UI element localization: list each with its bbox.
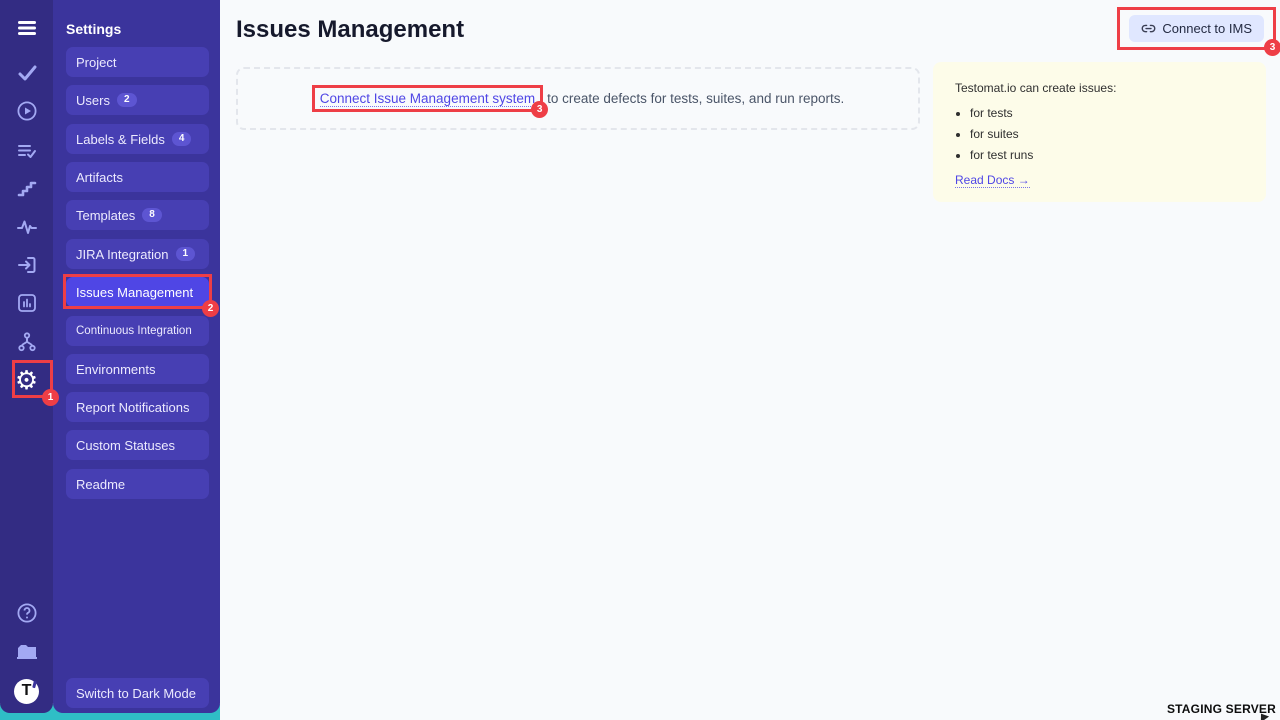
sidebar-item-label: Labels & Fields: [76, 132, 165, 147]
sidebar-item-jira-integration[interactable]: JIRA Integration 1: [66, 239, 209, 269]
switch-dark-mode-button[interactable]: Switch to Dark Mode: [66, 678, 209, 708]
list-item: for suites: [970, 127, 1244, 141]
testomatio-logo[interactable]: T: [0, 678, 53, 704]
connect-issue-management-link[interactable]: Connect Issue Management system: [320, 91, 535, 107]
read-docs-link[interactable]: Read Docs →: [955, 173, 1030, 188]
page-title: Issues Management: [236, 16, 464, 44]
sidebar-item-project[interactable]: Project: [66, 47, 209, 77]
help-icon[interactable]: [0, 601, 53, 625]
settings-sidebar: Settings Project Users 2 Labels & Fields 4…: [53, 0, 220, 713]
dark-mode-label: Switch to Dark Mode: [76, 686, 196, 701]
list-item: for test runs: [970, 148, 1244, 162]
sidebar-title: Settings: [66, 21, 121, 37]
info-panel-list: for tests for suites for test runs: [970, 106, 1244, 162]
steps-icon[interactable]: [0, 177, 53, 201]
annotation-step-badge: 1: [42, 389, 59, 406]
link-icon: [1141, 21, 1156, 36]
sidebar-item-label: Continuous Integration: [76, 325, 192, 337]
annotation-step-badge: 3: [531, 101, 548, 118]
empty-state-text: to create defects for tests, suites, and…: [547, 91, 844, 106]
sidebar-item-users[interactable]: Users 2: [66, 85, 209, 115]
sidebar-item-templates[interactable]: Templates 8: [66, 200, 209, 230]
connect-ims-label: Connect to IMS: [1162, 21, 1252, 36]
branch-icon[interactable]: [0, 330, 53, 354]
list-item: for tests: [970, 106, 1244, 120]
check-icon[interactable]: [0, 61, 53, 85]
folder-icon[interactable]: [0, 640, 53, 664]
count-badge: 8: [142, 208, 162, 222]
menu-icon[interactable]: [0, 16, 53, 40]
sidebar-item-labels-fields[interactable]: Labels & Fields 4: [66, 124, 209, 154]
sidebar-item-report-notifications[interactable]: Report Notifications: [66, 392, 209, 422]
play-circle-icon[interactable]: [0, 99, 53, 123]
sidebar-item-artifacts[interactable]: Artifacts: [66, 162, 209, 192]
sidebar-item-label: Users: [76, 93, 110, 108]
sidebar-item-continuous-integration[interactable]: Continuous Integration: [66, 316, 209, 346]
sidebar-item-label: JIRA Integration: [76, 247, 169, 262]
sidebar-item-label: Project: [76, 55, 116, 70]
sidebar-item-label: Issues Management: [76, 285, 193, 300]
analytics-icon[interactable]: [0, 291, 53, 315]
sidebar-item-label: Report Notifications: [76, 400, 189, 415]
sidebar-item-label: Artifacts: [76, 170, 123, 185]
annotation-step-badge: 2: [202, 300, 219, 317]
empty-state-panel: Connect Issue Management system 3 to cre…: [236, 67, 920, 130]
info-panel-title: Testomat.io can create issues:: [955, 81, 1244, 95]
annotation-step-badge: 3: [1264, 39, 1280, 56]
connect-to-ims-button[interactable]: Connect to IMS: [1129, 15, 1264, 42]
sidebar-item-issues-management[interactable]: Issues Management: [66, 277, 209, 307]
count-badge: 1: [176, 247, 196, 261]
count-badge: 2: [117, 93, 137, 107]
pulse-icon[interactable]: [0, 215, 53, 239]
annotation-box-connect-link: Connect Issue Management system 3: [312, 85, 543, 112]
sidebar-item-custom-statuses[interactable]: Custom Statuses: [66, 430, 209, 460]
count-badge: 4: [172, 132, 192, 146]
sidebar-item-environments[interactable]: Environments: [66, 354, 209, 384]
sidebar-item-label: Templates: [76, 208, 135, 223]
sidebar-item-readme[interactable]: Readme: [66, 469, 209, 499]
sidebar-item-label: Readme: [76, 477, 125, 492]
sidebar-item-label: Custom Statuses: [76, 438, 175, 453]
list-check-icon[interactable]: [0, 139, 53, 163]
info-panel: Testomat.io can create issues: for tests…: [933, 62, 1266, 202]
sidebar-item-label: Environments: [76, 362, 155, 377]
import-icon[interactable]: [0, 253, 53, 277]
icon-rail: ⚙ T: [0, 0, 53, 713]
annotation-box-connect-ims: Connect to IMS 3: [1117, 7, 1276, 50]
